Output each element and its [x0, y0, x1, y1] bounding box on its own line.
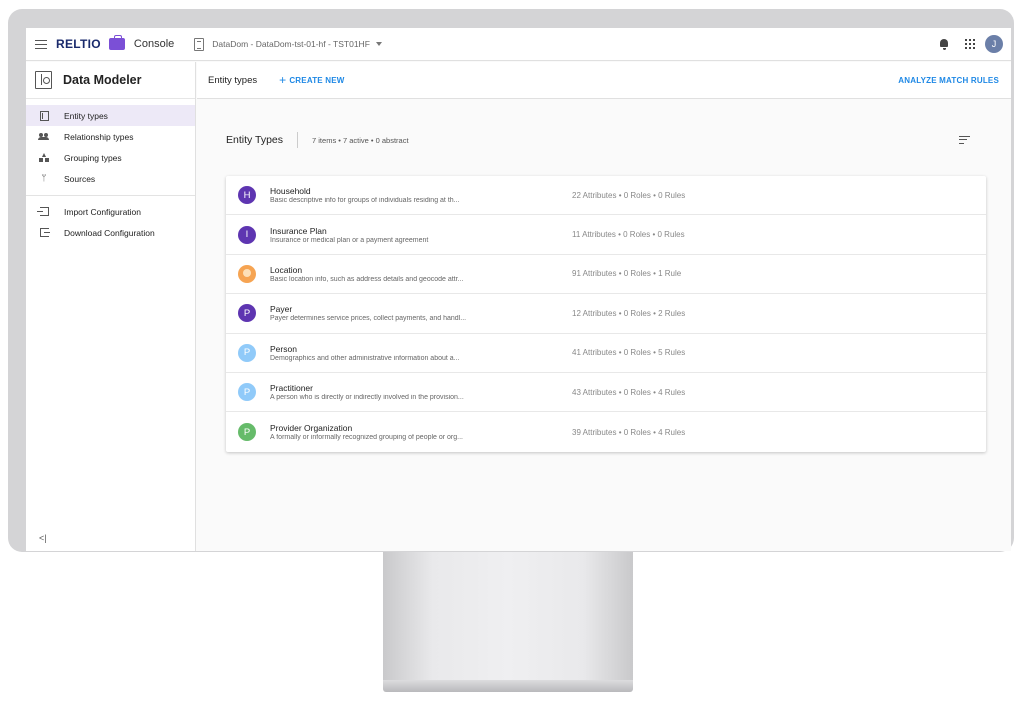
- list-item[interactable]: P Person Demographics and other administ…: [226, 334, 986, 373]
- sidebar-header: Data Modeler: [26, 62, 195, 99]
- grouping-types-icon: [39, 153, 49, 162]
- sidebar-nav: Entity types Relationship types Grouping…: [26, 99, 195, 243]
- entity-name: Practitioner: [270, 383, 313, 394]
- monitor-stand: [383, 552, 633, 680]
- entity-letter-icon: P: [238, 304, 256, 323]
- entity-letter-icon: P: [238, 383, 256, 402]
- entity-description: Demographics and other administrative in…: [270, 354, 460, 362]
- create-new-button[interactable]: + CREATE NEW: [279, 74, 344, 86]
- app-name: Console: [133, 38, 175, 50]
- sources-icon: ᛘ: [41, 173, 47, 183]
- sidebar-title: Data Modeler: [63, 73, 142, 87]
- analyze-match-rules-button[interactable]: ANALYZE MATCH RULES: [898, 76, 999, 85]
- list-item[interactable]: P Practitioner A person who is directly …: [226, 373, 986, 413]
- collapse-sidebar-icon[interactable]: <|: [39, 533, 47, 543]
- sidebar-item-label: Download Configuration: [64, 227, 155, 238]
- list-item[interactable]: Location Basic location info, such as ad…: [226, 255, 986, 295]
- screen: RELTIO Console DataDom - DataDom-tst-01-…: [26, 28, 1011, 551]
- tenant-icon: [194, 37, 205, 51]
- entity-types-list: H Household Basic descriptive info for g…: [226, 176, 986, 452]
- sidebar-item-sources[interactable]: ᛘ Sources: [26, 168, 195, 189]
- content-header: Entity Types 7 items • 7 active • 0 abst…: [226, 130, 986, 150]
- entity-stats: 7 items • 7 active • 0 abstract: [312, 135, 409, 145]
- sidebar-divider: [26, 195, 195, 196]
- entity-meta: 22 Attributes • 0 Roles • 0 Rules: [572, 190, 686, 200]
- sidebar: Data Modeler Entity types Relationship t…: [26, 62, 196, 551]
- create-new-label: CREATE NEW: [289, 75, 345, 85]
- filter-sort-icon[interactable]: [959, 135, 971, 145]
- hamburger-menu-icon[interactable]: [35, 39, 47, 49]
- entity-name: Household: [270, 186, 311, 197]
- entity-meta: 41 Attributes • 0 Roles • 5 Rules: [572, 348, 686, 358]
- plus-icon: +: [279, 73, 287, 87]
- sidebar-item-relationship-types[interactable]: Relationship types: [26, 126, 195, 147]
- entity-letter-icon: I: [238, 225, 256, 244]
- entity-meta: 39 Attributes • 0 Roles • 4 Rules: [572, 427, 686, 437]
- sidebar-item-label: Entity types: [64, 110, 108, 121]
- entity-description: Basic descriptive info for groups of ind…: [270, 197, 460, 205]
- import-icon: [36, 207, 49, 216]
- entity-meta: 91 Attributes • 0 Roles • 1 Rule: [572, 269, 682, 279]
- entity-name: Insurance Plan: [270, 225, 327, 236]
- reltio-logo[interactable]: RELTIO: [56, 37, 101, 51]
- page-title: Entity Types: [226, 134, 284, 146]
- top-bar: RELTIO Console DataDom - DataDom-tst-01-…: [26, 28, 1011, 61]
- sidebar-item-label: Relationship types: [64, 131, 134, 142]
- entity-letter-icon: P: [238, 343, 256, 362]
- sidebar-item-label: Grouping types: [64, 152, 122, 163]
- entity-description: A person who is directly or indirectly i…: [270, 394, 464, 402]
- list-item[interactable]: P Provider Organization A formally or in…: [226, 412, 986, 451]
- location-pin-icon: [238, 264, 256, 283]
- entity-letter-icon: P: [238, 423, 256, 442]
- entity-name: Payer: [270, 304, 293, 315]
- entity-name: Location: [270, 264, 303, 275]
- relationship-types-icon: [38, 133, 50, 140]
- import-configuration-button[interactable]: Import Configuration: [26, 201, 195, 222]
- sidebar-item-entity-types[interactable]: Entity types: [26, 105, 195, 126]
- main-panel: Entity types + CREATE NEW ANALYZE MATCH …: [197, 62, 1011, 551]
- sidebar-item-grouping-types[interactable]: Grouping types: [26, 147, 195, 168]
- tenant-selector[interactable]: DataDom - DataDom-tst-01-hf - TST01HF: [212, 39, 370, 49]
- toolbar: Entity types + CREATE NEW ANALYZE MATCH …: [197, 62, 1011, 99]
- data-modeler-icon: [35, 71, 52, 89]
- list-item[interactable]: P Payer Payer determines service prices,…: [226, 294, 986, 334]
- sidebar-item-label: Import Configuration: [64, 206, 142, 217]
- list-item[interactable]: H Household Basic descriptive info for g…: [226, 176, 986, 216]
- entity-name: Provider Organization: [270, 423, 353, 434]
- monitor-stand-base: [383, 680, 633, 692]
- entity-meta: 11 Attributes • 0 Roles • 0 Rules: [572, 230, 685, 240]
- entity-meta: 12 Attributes • 0 Roles • 2 Rules: [572, 308, 686, 318]
- user-avatar[interactable]: J: [985, 35, 1003, 53]
- entity-description: Basic location info, such as address det…: [270, 275, 464, 283]
- download-icon: [39, 228, 50, 237]
- monitor-frame: RELTIO Console DataDom - DataDom-tst-01-…: [8, 9, 1014, 552]
- notifications-bell-icon[interactable]: [939, 38, 949, 50]
- list-item[interactable]: I Insurance Plan Insurance or medical pl…: [226, 215, 986, 255]
- entity-description: Payer determines service prices, collect…: [270, 315, 467, 323]
- entity-name: Person: [270, 343, 297, 354]
- sidebar-item-label: Sources: [64, 173, 96, 184]
- download-configuration-button[interactable]: Download Configuration: [26, 222, 195, 243]
- entity-types-icon: [39, 110, 49, 121]
- entity-description: Insurance or medical plan or a payment a…: [270, 236, 429, 244]
- entity-description: A formally or informally recognized grou…: [270, 434, 463, 442]
- apps-grid-icon[interactable]: [965, 39, 975, 49]
- toolbar-title: Entity types: [208, 74, 258, 86]
- entity-meta: 43 Attributes • 0 Roles • 4 Rules: [572, 387, 686, 397]
- entity-letter-icon: H: [238, 186, 256, 205]
- console-briefcase-icon: [108, 35, 125, 50]
- chevron-down-icon[interactable]: [375, 42, 382, 46]
- header-divider: [297, 132, 299, 148]
